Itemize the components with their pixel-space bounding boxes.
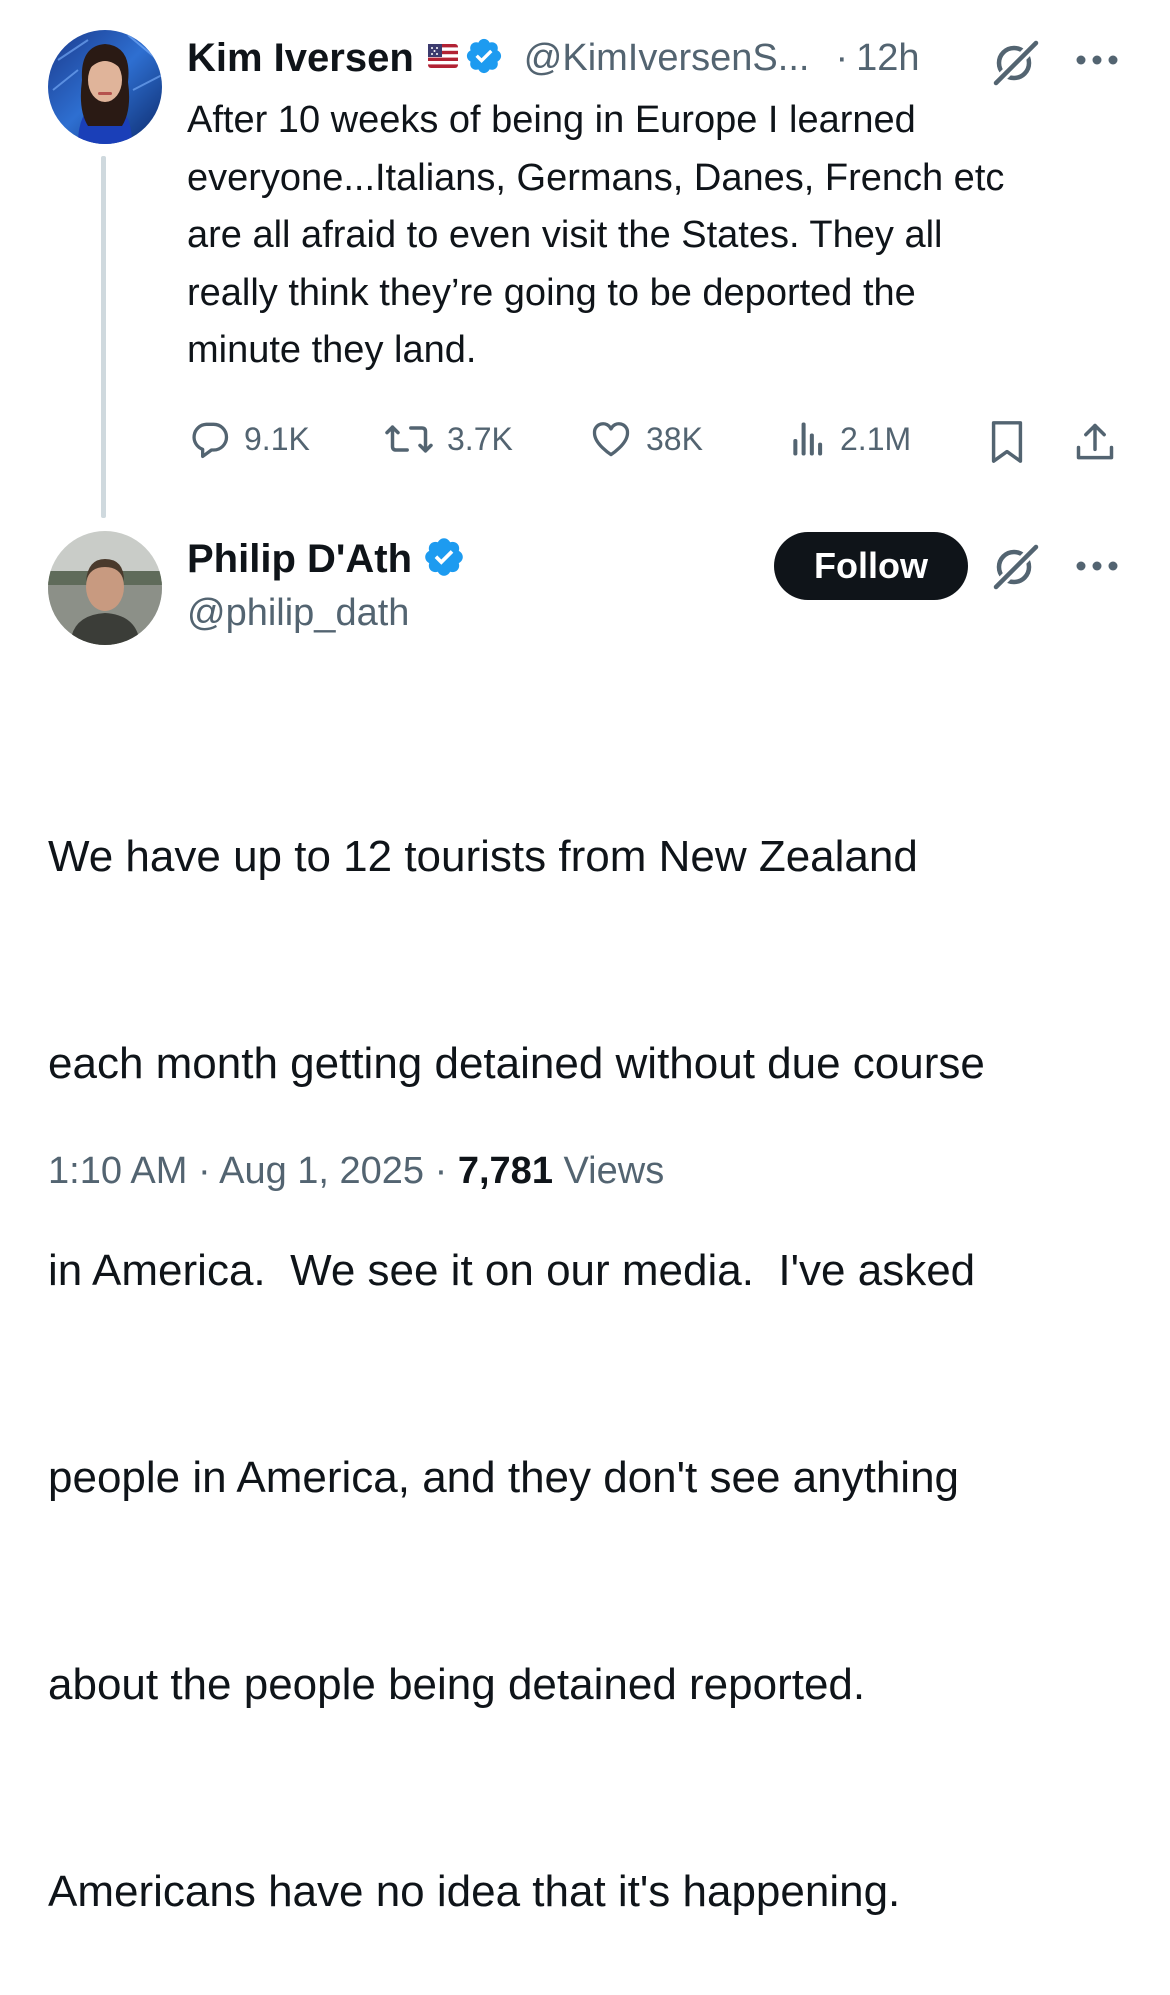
kim-tweet-line: are all afraid to even visit the States.… <box>187 214 943 256</box>
footer-separator: · <box>434 1150 448 1192</box>
views-chart-icon <box>788 417 828 461</box>
repost-count: 3.7K <box>447 420 513 457</box>
bookmark-icon[interactable] <box>986 419 1028 470</box>
follow-button[interactable]: Follow <box>774 532 968 600</box>
philip-tweet-line: Americans have no idea that it's happeni… <box>48 1867 901 1916</box>
kim-tweet-text: After 10 weeks of being in Europe I lear… <box>187 92 1147 380</box>
philip-tweet-line: in America. We see it on our media. I've… <box>48 1246 976 1295</box>
tweet-timestamp[interactable]: 1:10 AM <box>48 1150 187 1192</box>
grok-icon[interactable] <box>990 540 1042 597</box>
tweet-view-count: 7,781 <box>457 1150 553 1192</box>
like-action[interactable]: 38K <box>588 417 703 461</box>
kim-tweet-line: After 10 weeks of being in Europe I lear… <box>187 99 916 141</box>
kim-header: Kim Iversen @KimIversenS... · 12h <box>187 30 920 86</box>
philip-name-row: Philip D'Ath <box>187 531 466 587</box>
tweet-views-label: Views <box>563 1150 665 1192</box>
reply-count: 9.1K <box>244 420 310 457</box>
kim-avatar[interactable] <box>48 30 162 144</box>
reply-action[interactable]: 9.1K <box>188 417 310 461</box>
philip-avatar[interactable] <box>48 531 162 645</box>
kim-tweet-line: everyone...Italians, Germans, Danes, Fre… <box>187 156 1005 199</box>
footer-separator: · <box>197 1150 211 1192</box>
kim-tweet-line: really think they’re going to be deporte… <box>187 271 916 314</box>
grok-icon[interactable] <box>990 36 1042 93</box>
repost-action[interactable]: 3.7K <box>383 417 513 461</box>
philip-more-icon[interactable] <box>1074 558 1120 579</box>
views-action[interactable]: 2.1M <box>788 417 911 461</box>
thread-connector-line <box>101 156 106 518</box>
kim-author-name[interactable]: Kim Iversen <box>187 36 414 81</box>
kim-time-separator: · <box>835 36 849 79</box>
verified-badge-icon[interactable] <box>464 36 504 81</box>
share-icon[interactable] <box>1073 419 1117 470</box>
philip-tweet-line: We have up to 12 tourists from New Zeala… <box>48 832 918 881</box>
tweet-date[interactable]: Aug 1, 2025 <box>219 1150 424 1192</box>
kim-tweet-line: minute they land. <box>187 329 477 371</box>
verified-badge-icon[interactable] <box>422 535 466 584</box>
philip-tweet-text: We have up to 12 tourists from New Zeala… <box>48 684 1148 1995</box>
views-count: 2.1M <box>840 420 912 457</box>
philip-tweet-line: people in America, and they don't see an… <box>48 1453 960 1502</box>
kim-handle[interactable]: @KimIversenS... <box>524 37 810 80</box>
heart-icon <box>588 417 634 461</box>
kim-more-icon[interactable] <box>1074 52 1120 73</box>
like-count: 38K <box>646 420 703 457</box>
us-flag-icon <box>427 41 458 76</box>
philip-author-name[interactable]: Philip D'Ath <box>187 537 412 582</box>
repost-icon <box>383 417 435 461</box>
philip-tweet-line: each month getting detained without due … <box>48 1039 985 1088</box>
philip-handle[interactable]: @philip_dath <box>187 592 409 635</box>
tweet-footer: 1:10 AM · Aug 1, 2025 · 7,781 Views <box>48 1150 664 1193</box>
philip-tweet-line: about the people being detained reported… <box>48 1660 866 1709</box>
reply-icon <box>188 417 232 461</box>
kim-tweet-time[interactable]: 12h <box>856 37 919 80</box>
